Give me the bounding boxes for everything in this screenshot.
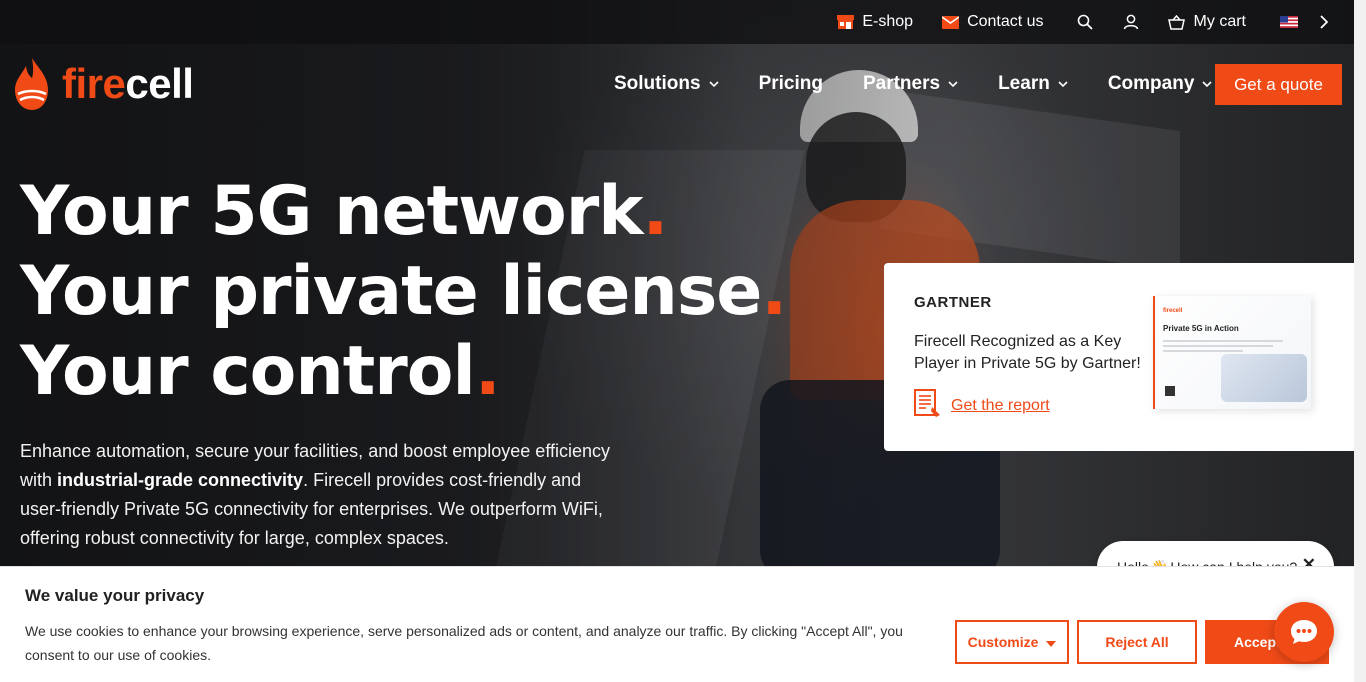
headline-line: Your private license. [20, 252, 787, 332]
gartner-promo-card: GARTNER Firecell Recognized as a Key Pla… [884, 263, 1354, 451]
get-a-quote-button[interactable]: Get a quote [1215, 64, 1342, 105]
cart-link[interactable]: My cart [1168, 13, 1246, 31]
mail-icon [941, 13, 959, 31]
cookie-title: We value your privacy [25, 586, 205, 605]
logo-word-cell: cell [125, 60, 194, 107]
logo-word-fire: fire [62, 60, 126, 107]
nav-label: Company [1107, 73, 1195, 94]
headline-dot: . [642, 172, 668, 251]
nav-label: Partners [862, 73, 941, 94]
gartner-tag: GARTNER [914, 294, 992, 311]
flame-logo-icon [15, 58, 48, 110]
chevron-right-icon [1314, 13, 1332, 31]
customize-button[interactable]: Customize [955, 620, 1069, 664]
headline-line: Your 5G network. [20, 172, 786, 252]
get-the-report-link[interactable]: Get the report [914, 389, 1050, 423]
firecell-logo[interactable]: firecell [12, 56, 194, 112]
chevron-down-icon [1058, 77, 1068, 91]
headline-line-3: Your control [20, 332, 476, 411]
headline-dot: . [761, 252, 787, 331]
headline-line-2: Your private license [20, 252, 762, 331]
contact-link[interactable]: Contact us [941, 13, 1044, 31]
contact-label: Contact us [967, 13, 1044, 30]
headline-dot: . [474, 332, 501, 411]
nav-item-partners[interactable]: Partners [863, 64, 958, 104]
report-logo: firecell [1163, 308, 1183, 314]
reject-all-button[interactable]: Reject All [1077, 620, 1197, 664]
nav-item-company[interactable]: Company [1108, 64, 1213, 104]
cookie-text: We use cookies to enhance your browsing … [25, 623, 903, 663]
customize-label: Customize [967, 634, 1039, 650]
chat-icon [1291, 620, 1317, 644]
nav-label: Pricing [758, 73, 823, 94]
nav-label: Solutions [614, 73, 701, 94]
page-scrollbar[interactable] [1354, 0, 1366, 682]
gartner-title: Firecell Recognized as a Key Player in P… [914, 333, 1141, 372]
report-qr-code [1165, 386, 1175, 396]
headline-line: Your control. [20, 332, 786, 412]
hero-intro-paragraph: Enhance automation, secure your faciliti… [20, 437, 610, 553]
search-button[interactable] [1076, 13, 1094, 31]
chevron-down-icon [948, 77, 958, 91]
headline-line-1: Your 5G network [20, 172, 643, 251]
report-cover-image: firecell Private 5G in Action [1153, 296, 1311, 409]
search-icon [1076, 13, 1094, 31]
chevron-down-icon [708, 77, 719, 91]
get-the-report-label: Get the report [951, 397, 1050, 414]
logo-wordmark: firecell [62, 60, 194, 108]
nav-item-pricing[interactable]: Pricing [759, 64, 823, 104]
hero-headline: Your 5G network. Your private license. Y… [20, 172, 787, 412]
nav-label: Learn [998, 73, 1050, 94]
account-button[interactable] [1122, 13, 1140, 31]
user-icon [1122, 13, 1140, 31]
document-icon [914, 389, 943, 423]
top-utility-bar: E-shop Contact us My cart [0, 0, 1354, 44]
intro-text-bold: industrial-grade connectivity [57, 470, 304, 490]
eshop-label: E-shop [862, 13, 914, 30]
main-navigation: Solutions Pricing Partners Learn Company [614, 64, 1252, 104]
report-text-line [1163, 345, 1273, 347]
nav-item-learn[interactable]: Learn [998, 64, 1068, 104]
nav-item-solutions[interactable]: Solutions [614, 64, 719, 104]
basket-icon [1168, 13, 1186, 31]
eshop-link[interactable]: E-shop [836, 13, 913, 31]
us-flag-icon [1280, 13, 1298, 31]
shop-icon [836, 13, 854, 31]
chevron-down-icon [1202, 77, 1212, 91]
report-text-line [1163, 340, 1283, 342]
chat-open-button[interactable] [1274, 602, 1334, 662]
language-selector[interactable] [1280, 13, 1332, 31]
cart-label: My cart [1193, 13, 1246, 30]
report-text-line [1163, 350, 1243, 352]
caret-down-icon [1046, 634, 1057, 650]
report-illustration [1221, 354, 1307, 402]
cookie-consent-banner: We value your privacy We use cookies to … [0, 566, 1354, 682]
report-title: Private 5G in Action [1163, 324, 1239, 333]
